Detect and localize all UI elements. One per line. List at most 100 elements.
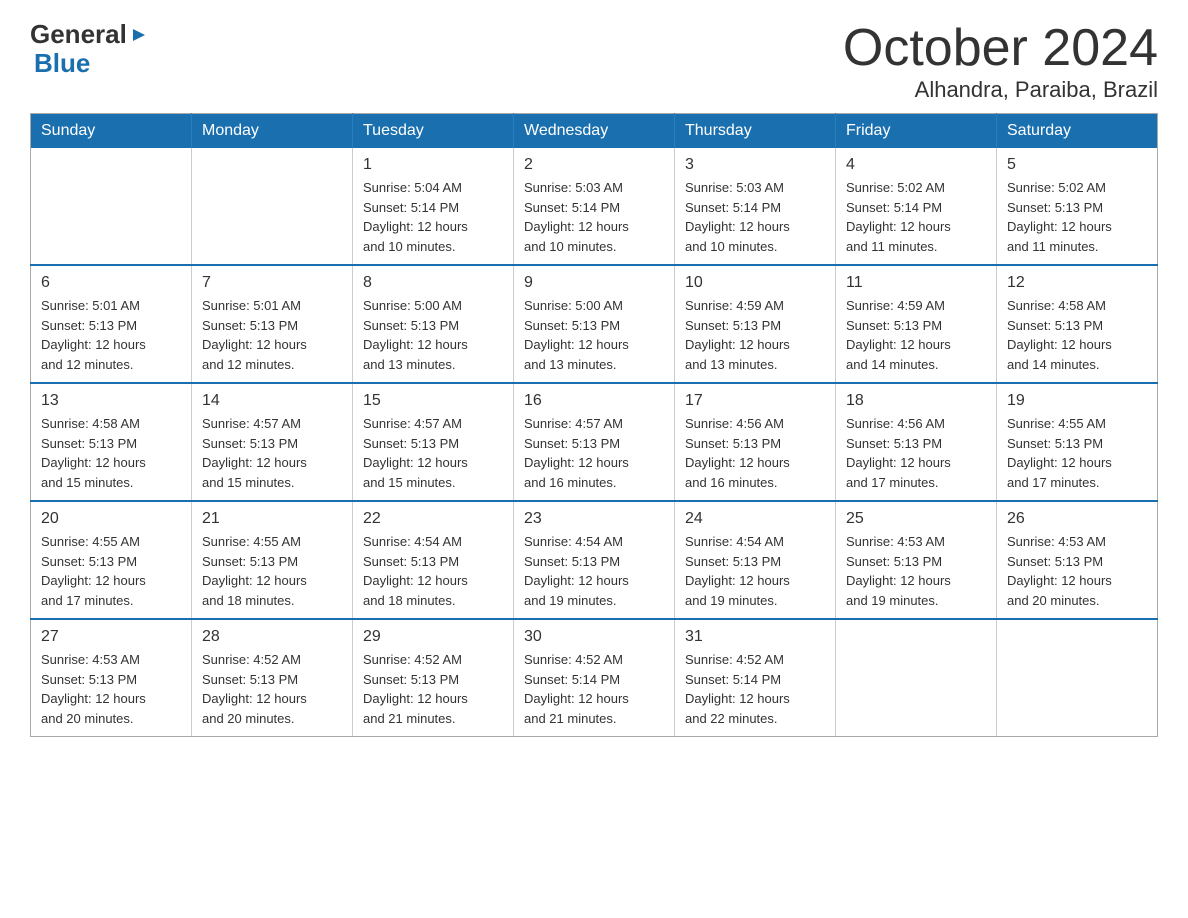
day-number: 29 <box>363 628 503 646</box>
day-info: Sunrise: 4:57 AMSunset: 5:13 PMDaylight:… <box>524 414 664 492</box>
day-info: Sunrise: 5:03 AMSunset: 5:14 PMDaylight:… <box>685 178 825 256</box>
header-tuesday: Tuesday <box>353 114 514 149</box>
day-number: 20 <box>41 510 181 528</box>
day-number: 27 <box>41 628 181 646</box>
page-header: General Blue October 2024 Alhandra, Para… <box>30 20 1158 103</box>
calendar-cell: 22 Sunrise: 4:54 AMSunset: 5:13 PMDayligh… <box>353 501 514 619</box>
day-number: 7 <box>202 274 342 292</box>
day-number: 3 <box>685 156 825 174</box>
calendar-cell <box>192 148 353 265</box>
calendar-cell: 12 Sunrise: 4:58 AMSunset: 5:13 PMDayligh… <box>997 265 1158 383</box>
day-info: Sunrise: 5:01 AMSunset: 5:13 PMDaylight:… <box>41 296 181 374</box>
day-number: 24 <box>685 510 825 528</box>
day-number: 18 <box>846 392 986 410</box>
calendar-week-row: 27 Sunrise: 4:53 AMSunset: 5:13 PMDayligh… <box>31 619 1158 737</box>
day-info: Sunrise: 4:53 AMSunset: 5:13 PMDaylight:… <box>846 532 986 610</box>
day-info: Sunrise: 4:56 AMSunset: 5:13 PMDaylight:… <box>685 414 825 492</box>
calendar-cell <box>31 148 192 265</box>
day-info: Sunrise: 5:01 AMSunset: 5:13 PMDaylight:… <box>202 296 342 374</box>
header-thursday: Thursday <box>675 114 836 149</box>
calendar-cell: 24 Sunrise: 4:54 AMSunset: 5:13 PMDayligh… <box>675 501 836 619</box>
logo: General Blue <box>30 20 149 77</box>
calendar-cell: 2Sunrise: 5:03 AMSunset: 5:14 PMDaylight… <box>514 148 675 265</box>
calendar-cell <box>836 619 997 737</box>
day-number: 9 <box>524 274 664 292</box>
calendar-table: SundayMondayTuesdayWednesdayThursdayFrid… <box>30 113 1158 737</box>
header-sunday: Sunday <box>31 114 192 149</box>
header-saturday: Saturday <box>997 114 1158 149</box>
day-info: Sunrise: 4:59 AMSunset: 5:13 PMDaylight:… <box>685 296 825 374</box>
day-info: Sunrise: 4:55 AMSunset: 5:13 PMDaylight:… <box>41 532 181 610</box>
day-number: 31 <box>685 628 825 646</box>
day-number: 28 <box>202 628 342 646</box>
calendar-cell: 10 Sunrise: 4:59 AMSunset: 5:13 PMDayligh… <box>675 265 836 383</box>
calendar-cell: 1 Sunrise: 5:04 AMSunset: 5:14 PMDaylight… <box>353 148 514 265</box>
logo-blue: Blue <box>34 49 90 78</box>
day-info: Sunrise: 4:54 AMSunset: 5:13 PMDaylight:… <box>685 532 825 610</box>
calendar-cell: 11Sunrise: 4:59 AMSunset: 5:13 PMDayligh… <box>836 265 997 383</box>
day-number: 15 <box>363 392 503 410</box>
day-info: Sunrise: 4:54 AMSunset: 5:13 PMDaylight:… <box>363 532 503 610</box>
day-info: Sunrise: 4:52 AMSunset: 5:13 PMDaylight:… <box>202 650 342 728</box>
logo-general: General <box>30 20 127 49</box>
day-info: Sunrise: 5:00 AMSunset: 5:13 PMDaylight:… <box>363 296 503 374</box>
day-info: Sunrise: 4:59 AMSunset: 5:13 PMDaylight:… <box>846 296 986 374</box>
calendar-cell: 9Sunrise: 5:00 AMSunset: 5:13 PMDaylight… <box>514 265 675 383</box>
calendar-cell: 28 Sunrise: 4:52 AMSunset: 5:13 PMDayligh… <box>192 619 353 737</box>
day-info: Sunrise: 4:58 AMSunset: 5:13 PMDaylight:… <box>1007 296 1147 374</box>
day-info: Sunrise: 4:53 AMSunset: 5:13 PMDaylight:… <box>41 650 181 728</box>
calendar-cell: 3 Sunrise: 5:03 AMSunset: 5:14 PMDaylight… <box>675 148 836 265</box>
calendar-cell: 17Sunrise: 4:56 AMSunset: 5:13 PMDayligh… <box>675 383 836 501</box>
calendar-week-row: 20 Sunrise: 4:55 AMSunset: 5:13 PMDayligh… <box>31 501 1158 619</box>
day-number: 10 <box>685 274 825 292</box>
day-info: Sunrise: 4:55 AMSunset: 5:13 PMDaylight:… <box>202 532 342 610</box>
day-info: Sunrise: 4:57 AMSunset: 5:13 PMDaylight:… <box>363 414 503 492</box>
calendar-week-row: 13 Sunrise: 4:58 AMSunset: 5:13 PMDayligh… <box>31 383 1158 501</box>
day-info: Sunrise: 5:04 AMSunset: 5:14 PMDaylight:… <box>363 178 503 256</box>
day-number: 26 <box>1007 510 1147 528</box>
day-number: 25 <box>846 510 986 528</box>
calendar-cell: 26 Sunrise: 4:53 AMSunset: 5:13 PMDayligh… <box>997 501 1158 619</box>
calendar-week-row: 1 Sunrise: 5:04 AMSunset: 5:14 PMDaylight… <box>31 148 1158 265</box>
day-number: 19 <box>1007 392 1147 410</box>
day-info: Sunrise: 4:56 AMSunset: 5:13 PMDaylight:… <box>846 414 986 492</box>
day-number: 14 <box>202 392 342 410</box>
calendar-cell: 18 Sunrise: 4:56 AMSunset: 5:13 PMDayligh… <box>836 383 997 501</box>
calendar-cell: 29 Sunrise: 4:52 AMSunset: 5:13 PMDayligh… <box>353 619 514 737</box>
header-wednesday: Wednesday <box>514 114 675 149</box>
calendar-cell: 5 Sunrise: 5:02 AMSunset: 5:13 PMDaylight… <box>997 148 1158 265</box>
calendar-cell: 21 Sunrise: 4:55 AMSunset: 5:13 PMDayligh… <box>192 501 353 619</box>
day-info: Sunrise: 5:02 AMSunset: 5:13 PMDaylight:… <box>1007 178 1147 256</box>
day-info: Sunrise: 4:55 AMSunset: 5:13 PMDaylight:… <box>1007 414 1147 492</box>
calendar-cell: 14 Sunrise: 4:57 AMSunset: 5:13 PMDayligh… <box>192 383 353 501</box>
title-block: October 2024 Alhandra, Paraiba, Brazil <box>843 20 1158 103</box>
day-info: Sunrise: 4:52 AMSunset: 5:13 PMDaylight:… <box>363 650 503 728</box>
day-info: Sunrise: 4:58 AMSunset: 5:13 PMDaylight:… <box>41 414 181 492</box>
day-number: 13 <box>41 392 181 410</box>
calendar-cell: 13 Sunrise: 4:58 AMSunset: 5:13 PMDayligh… <box>31 383 192 501</box>
calendar-cell: 30 Sunrise: 4:52 AMSunset: 5:14 PMDayligh… <box>514 619 675 737</box>
day-number: 5 <box>1007 156 1147 174</box>
day-info: Sunrise: 4:53 AMSunset: 5:13 PMDaylight:… <box>1007 532 1147 610</box>
day-info: Sunrise: 4:52 AMSunset: 5:14 PMDaylight:… <box>524 650 664 728</box>
day-info: Sunrise: 5:03 AMSunset: 5:14 PMDaylight:… <box>524 178 664 256</box>
calendar-cell: 16Sunrise: 4:57 AMSunset: 5:13 PMDayligh… <box>514 383 675 501</box>
calendar-cell: 15 Sunrise: 4:57 AMSunset: 5:13 PMDayligh… <box>353 383 514 501</box>
day-number: 21 <box>202 510 342 528</box>
day-number: 12 <box>1007 274 1147 292</box>
page-subtitle: Alhandra, Paraiba, Brazil <box>843 77 1158 103</box>
calendar-header-row: SundayMondayTuesdayWednesdayThursdayFrid… <box>31 114 1158 149</box>
day-number: 22 <box>363 510 503 528</box>
day-info: Sunrise: 4:52 AMSunset: 5:14 PMDaylight:… <box>685 650 825 728</box>
day-number: 30 <box>524 628 664 646</box>
day-info: Sunrise: 5:02 AMSunset: 5:14 PMDaylight:… <box>846 178 986 256</box>
calendar-cell: 27 Sunrise: 4:53 AMSunset: 5:13 PMDayligh… <box>31 619 192 737</box>
calendar-cell <box>997 619 1158 737</box>
day-info: Sunrise: 4:57 AMSunset: 5:13 PMDaylight:… <box>202 414 342 492</box>
day-number: 4 <box>846 156 986 174</box>
calendar-cell: 25 Sunrise: 4:53 AMSunset: 5:13 PMDayligh… <box>836 501 997 619</box>
calendar-week-row: 6 Sunrise: 5:01 AMSunset: 5:13 PMDaylight… <box>31 265 1158 383</box>
day-info: Sunrise: 4:54 AMSunset: 5:13 PMDaylight:… <box>524 532 664 610</box>
day-number: 1 <box>363 156 503 174</box>
day-number: 6 <box>41 274 181 292</box>
